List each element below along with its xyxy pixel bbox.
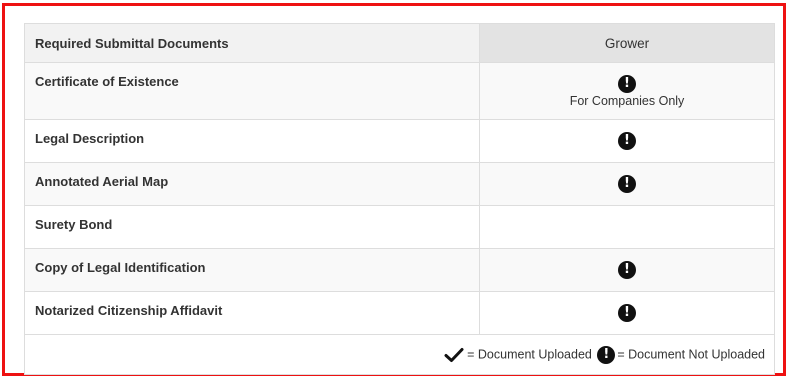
exclamation-circle-icon: ! <box>597 345 616 364</box>
table-row: Notarized Citizenship Affidavit ! <box>24 291 775 335</box>
document-label: Certificate of Existence <box>35 74 179 89</box>
status-cell: ! For Companies Only <box>479 62 775 120</box>
exclamation-circle-icon: ! <box>618 132 636 150</box>
table-row: Surety Bond <box>24 205 775 249</box>
legend-row: = Document Uploaded ! = Document Not Uplo… <box>24 334 775 375</box>
legend-not-uploaded-text: = Document Not Uploaded <box>617 346 765 361</box>
status-note: For Companies Only <box>569 93 685 108</box>
exclamation-circle-icon: ! <box>618 74 636 93</box>
document-label: Copy of Legal Identification <box>35 260 206 275</box>
exclamation-circle-icon: ! <box>618 261 636 279</box>
table-row: Annotated Aerial Map ! <box>24 162 775 206</box>
status-cell: ! <box>479 248 775 292</box>
status-cell: ! <box>479 291 775 335</box>
grower-column-header[interactable]: Grower <box>479 23 775 63</box>
exclamation-circle-icon: ! <box>618 304 636 322</box>
table-header-row: Required Submittal Documents Grower <box>24 23 775 63</box>
checkmark-icon <box>444 347 464 362</box>
documents-column-header: Required Submittal Documents <box>24 23 480 63</box>
exclamation-circle-icon: ! <box>618 175 636 193</box>
document-label: Legal Description <box>35 131 145 146</box>
table-row: Legal Description ! <box>24 119 775 163</box>
status-cell: ! <box>479 119 775 163</box>
document-label: Surety Bond <box>35 217 113 232</box>
status-cell: ! <box>479 162 775 206</box>
table-row: Copy of Legal Identification ! <box>24 248 775 292</box>
legend-uploaded-text: = Document Uploaded <box>467 346 592 361</box>
submittal-documents-table: Required Submittal Documents Grower Cert… <box>24 23 775 375</box>
table-row: Certificate of Existence ! For Companies… <box>24 62 775 120</box>
legend: = Document Uploaded ! = Document Not Uplo… <box>24 334 775 375</box>
document-label: Annotated Aerial Map <box>35 174 169 189</box>
status-cell <box>479 205 775 249</box>
document-label: Notarized Citizenship Affidavit <box>35 303 223 318</box>
